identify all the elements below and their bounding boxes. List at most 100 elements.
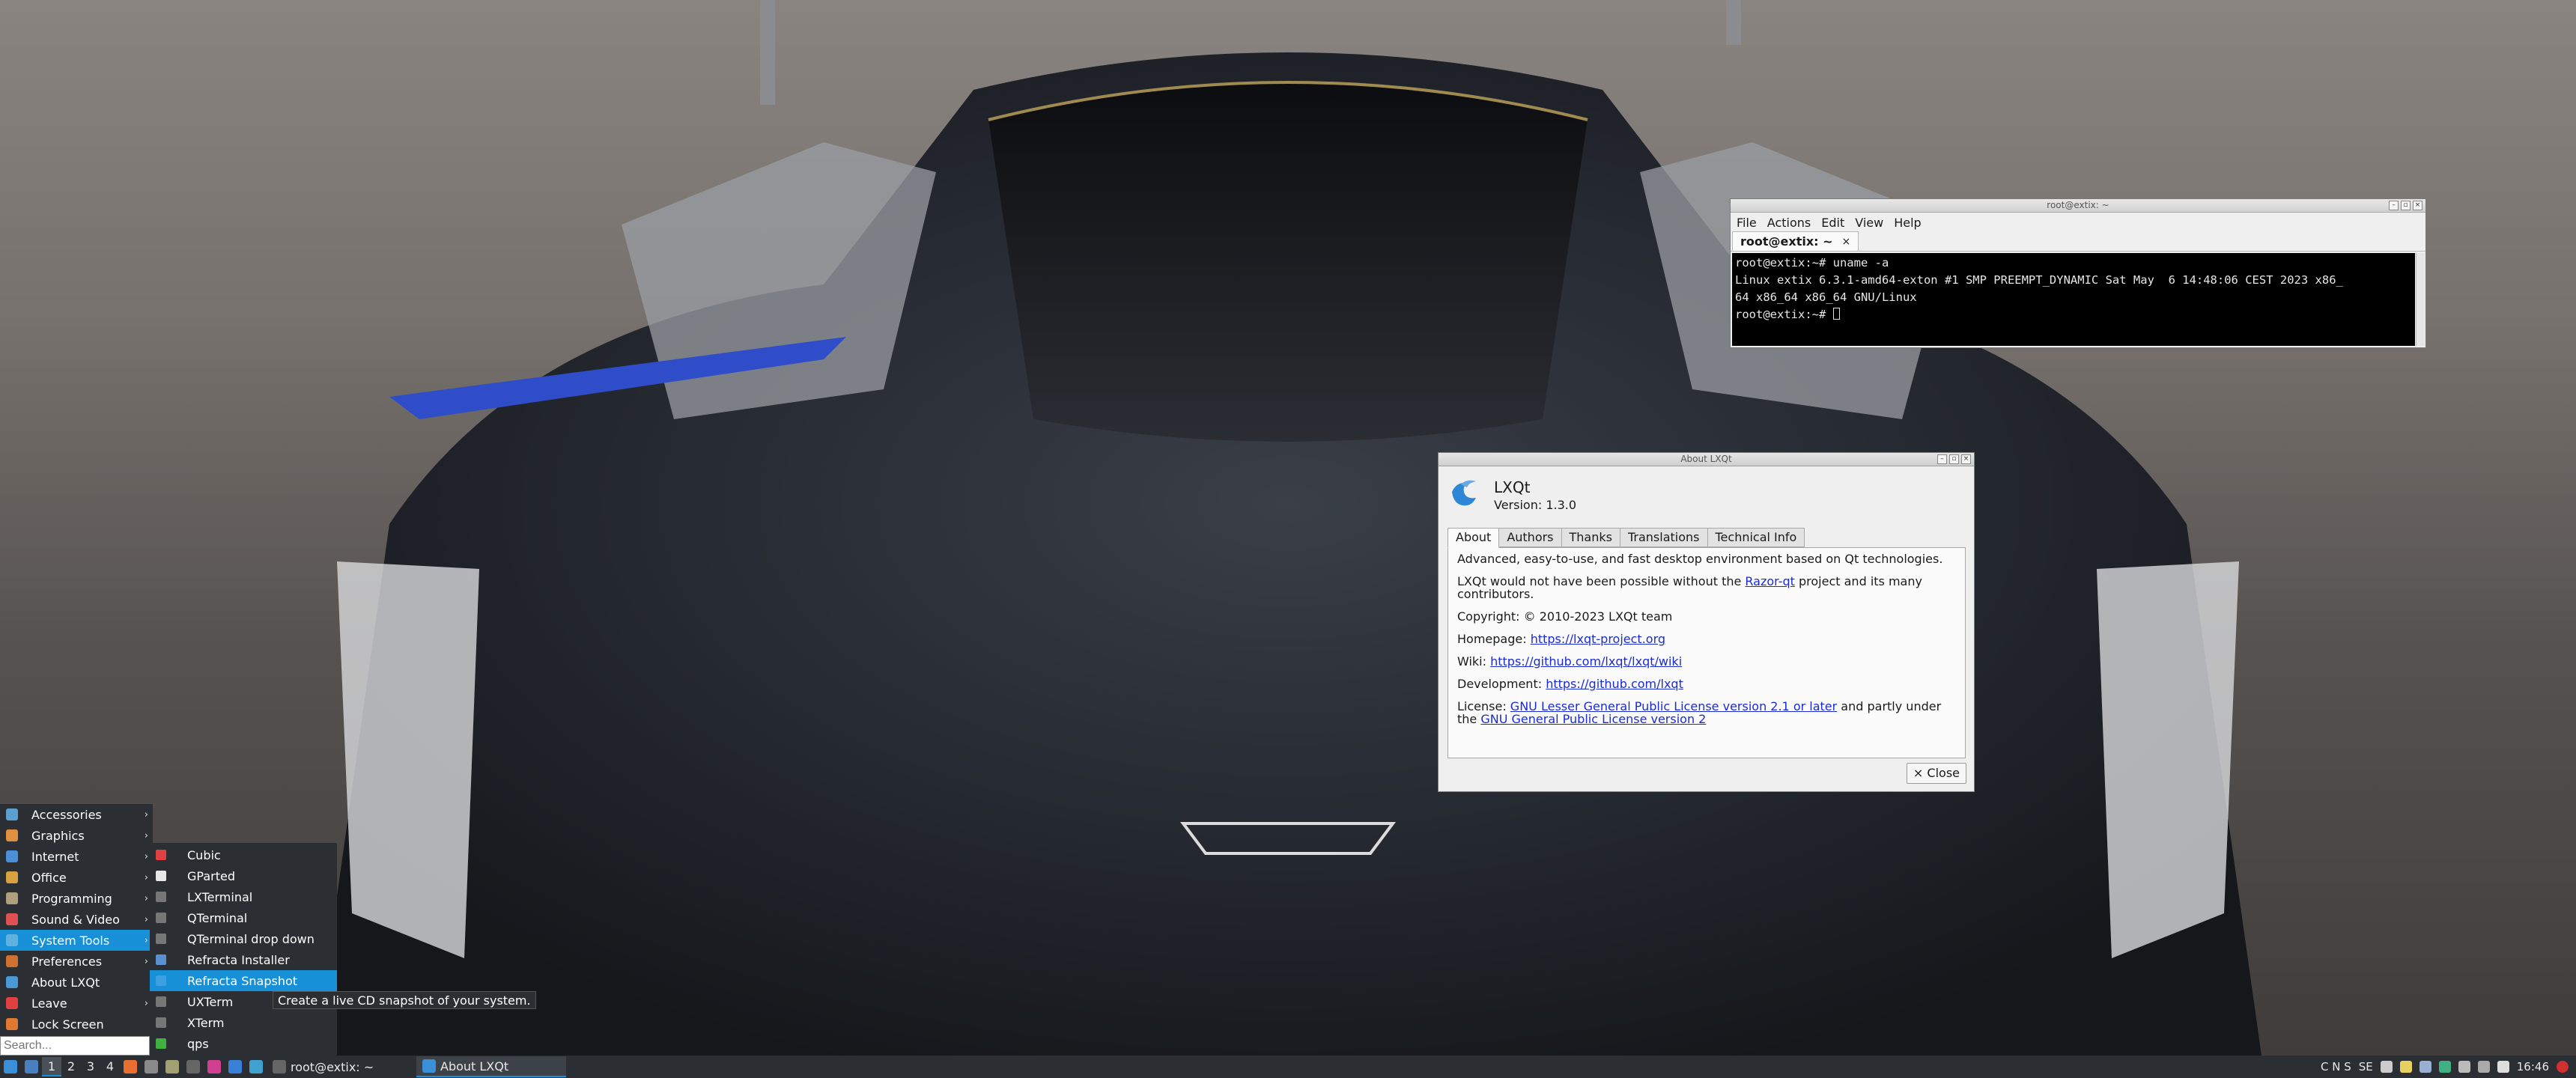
minimize-button[interactable]: – xyxy=(1937,454,1947,464)
terminal-output[interactable]: root@extix:~# uname -a Linux extix 6.3.1-… xyxy=(1732,253,2415,346)
terminal-title: root@extix: ~ xyxy=(2047,200,2109,210)
installer-icon xyxy=(156,954,166,965)
main-menu-icon[interactable] xyxy=(4,1060,17,1074)
media-player-icon[interactable] xyxy=(207,1060,221,1074)
close-window-button[interactable]: × xyxy=(1961,454,1971,464)
menu-file[interactable]: File xyxy=(1737,216,1757,230)
notes-icon[interactable] xyxy=(2399,1061,2412,1073)
terminal-icon xyxy=(156,1017,166,1028)
about-development: Development: https://github.com/lxqt xyxy=(1457,677,1683,691)
sub-item-cubic[interactable]: Cubic xyxy=(150,844,337,865)
tab-thanks[interactable]: Thanks xyxy=(1561,528,1620,547)
sub-item-qps[interactable]: qps xyxy=(150,1033,337,1054)
menu-item-sound-video[interactable]: Sound & Video › xyxy=(0,909,153,930)
maximize-button[interactable]: ▫ xyxy=(1949,454,1959,464)
about-description: Advanced, easy-to-use, and fast desktop … xyxy=(1457,552,1943,566)
tab-close-icon[interactable]: × xyxy=(1842,236,1851,248)
menu-item-internet[interactable]: Internet › xyxy=(0,846,153,867)
sub-item-refracta-snapshot[interactable]: Refracta Snapshot xyxy=(150,970,337,991)
cubic-icon xyxy=(156,850,166,860)
desktop-switch-1[interactable]: 1 xyxy=(42,1057,61,1077)
archive-icon[interactable] xyxy=(165,1060,179,1074)
network-icon[interactable] xyxy=(2458,1061,2470,1073)
task-terminal[interactable]: root@extix: ~ xyxy=(267,1056,416,1077)
menu-help[interactable]: Help xyxy=(1894,216,1921,230)
battery-icon[interactable] xyxy=(2477,1061,2490,1073)
menu-item-system-tools[interactable]: System Tools › xyxy=(0,930,153,951)
terminal-scrollbar[interactable] xyxy=(2416,253,2425,346)
settings-icon[interactable] xyxy=(249,1060,263,1074)
tab-about[interactable]: About xyxy=(1448,528,1500,548)
menu-view[interactable]: View xyxy=(1855,216,1883,230)
close-button[interactable]: × Close xyxy=(1906,763,1966,784)
terminal-line: 64 x86_64 x86_64 GNU/Linux xyxy=(1735,290,1917,304)
desktop-switch-4[interactable]: 4 xyxy=(100,1057,120,1077)
desktop-switch-2[interactable]: 2 xyxy=(61,1057,81,1077)
show-desktop-icon[interactable] xyxy=(25,1060,38,1074)
about-homepage: Homepage: https://lxqt-project.org xyxy=(1457,632,1666,646)
sub-item-qterminal[interactable]: QTerminal xyxy=(150,907,337,928)
sub-item-gparted[interactable]: GParted xyxy=(150,865,337,886)
menu-item-about-lxqt[interactable]: About LXQt xyxy=(0,972,153,993)
sub-item-xterm[interactable]: XTerm xyxy=(150,1012,337,1033)
system-tools-submenu: Cubic GParted LXTerminal QTerminal QTerm… xyxy=(150,843,337,1056)
terminal-tabbar: root@extix: ~ × xyxy=(1731,231,2425,252)
update-icon[interactable] xyxy=(2438,1061,2451,1073)
wiki-link[interactable]: https://github.com/lxqt/lxqt/wiki xyxy=(1490,654,1682,669)
programming-icon xyxy=(6,892,18,904)
terminal-icon[interactable] xyxy=(186,1060,200,1074)
tab-authors[interactable]: Authors xyxy=(1498,528,1562,547)
terminal-window[interactable]: root@extix: ~ – ▫ × File Actions Edit Vi… xyxy=(1730,198,2426,348)
menu-item-lock-screen[interactable]: Lock Screen xyxy=(0,1014,153,1035)
sub-item-refracta-installer[interactable]: Refracta Installer xyxy=(150,949,337,970)
close-window-button[interactable]: × xyxy=(2413,201,2422,210)
about-dialog[interactable]: About LXQt – ▫ × LXQt Version: 1.3.0 Abo… xyxy=(1438,452,1975,792)
about-title: About LXQt xyxy=(1680,454,1732,464)
terminal-tab[interactable]: root@extix: ~ × xyxy=(1732,231,1859,251)
menu-item-graphics[interactable]: Graphics › xyxy=(0,825,153,846)
about-titlebar[interactable]: About LXQt – ▫ × xyxy=(1439,453,1974,466)
volume-icon[interactable] xyxy=(2497,1061,2509,1073)
menu-item-accessories[interactable]: Accessories › xyxy=(0,804,153,825)
sub-item-qterminal-drop-down[interactable]: QTerminal drop down xyxy=(150,928,337,949)
menu-item-leave[interactable]: Leave › xyxy=(0,993,153,1014)
clock[interactable]: 16:46 xyxy=(2517,1060,2549,1074)
file-manager-icon[interactable] xyxy=(145,1060,158,1074)
razor-qt-link[interactable]: Razor-qt xyxy=(1745,574,1795,588)
tab-technical-info[interactable]: Technical Info xyxy=(1707,528,1805,547)
terminal-prompt: root@extix:~# xyxy=(1735,308,1833,321)
qps-icon xyxy=(156,1038,166,1049)
tooltip: Create a live CD snapshot of your system… xyxy=(273,991,536,1009)
menu-item-office[interactable]: Office › xyxy=(0,867,153,888)
development-link[interactable]: https://github.com/lxqt xyxy=(1546,677,1683,691)
keyboard-layout[interactable]: SE xyxy=(2359,1060,2373,1074)
menu-actions[interactable]: Actions xyxy=(1767,216,1811,230)
maximize-button[interactable]: ▫ xyxy=(2401,201,2411,210)
menu-search-input[interactable] xyxy=(0,1036,150,1056)
gpl-link[interactable]: GNU General Public License version 2 xyxy=(1480,712,1706,726)
homepage-link[interactable]: https://lxqt-project.org xyxy=(1531,632,1665,646)
about-panel: Advanced, easy-to-use, and fast desktop … xyxy=(1448,547,1966,758)
desktop-switch-3[interactable]: 3 xyxy=(81,1057,100,1077)
task-about-lxqt[interactable]: About LXQt xyxy=(416,1056,566,1077)
power-icon[interactable] xyxy=(2557,1061,2569,1073)
menu-item-preferences[interactable]: Preferences › xyxy=(0,951,153,972)
about-app-name: LXQt xyxy=(1494,478,1531,496)
clipboard-icon[interactable] xyxy=(2380,1061,2393,1073)
app-launcher-icon[interactable] xyxy=(228,1060,242,1074)
minimize-button[interactable]: – xyxy=(2389,201,2399,210)
wallpaper-car-image xyxy=(315,0,2261,1056)
tab-translations[interactable]: Translations xyxy=(1619,528,1708,547)
terminal-icon xyxy=(156,892,166,902)
menu-edit[interactable]: Edit xyxy=(1821,216,1844,230)
screenshot-icon[interactable] xyxy=(2419,1061,2431,1073)
start-menu: Accessories › Graphics › Internet › Office ›… xyxy=(0,804,153,1057)
firefox-icon[interactable] xyxy=(124,1060,137,1074)
terminal-titlebar[interactable]: root@extix: ~ – ▫ × xyxy=(1731,199,2425,213)
menu-item-programming[interactable]: Programming › xyxy=(0,888,153,909)
system-tools-icon xyxy=(6,934,18,946)
about-tabs: About Authors Thanks Translations Techni… xyxy=(1448,528,1805,548)
sub-item-lxterminal[interactable]: LXTerminal xyxy=(150,886,337,907)
chevron-right-icon: › xyxy=(144,829,148,841)
lxqt-icon xyxy=(422,1059,436,1073)
